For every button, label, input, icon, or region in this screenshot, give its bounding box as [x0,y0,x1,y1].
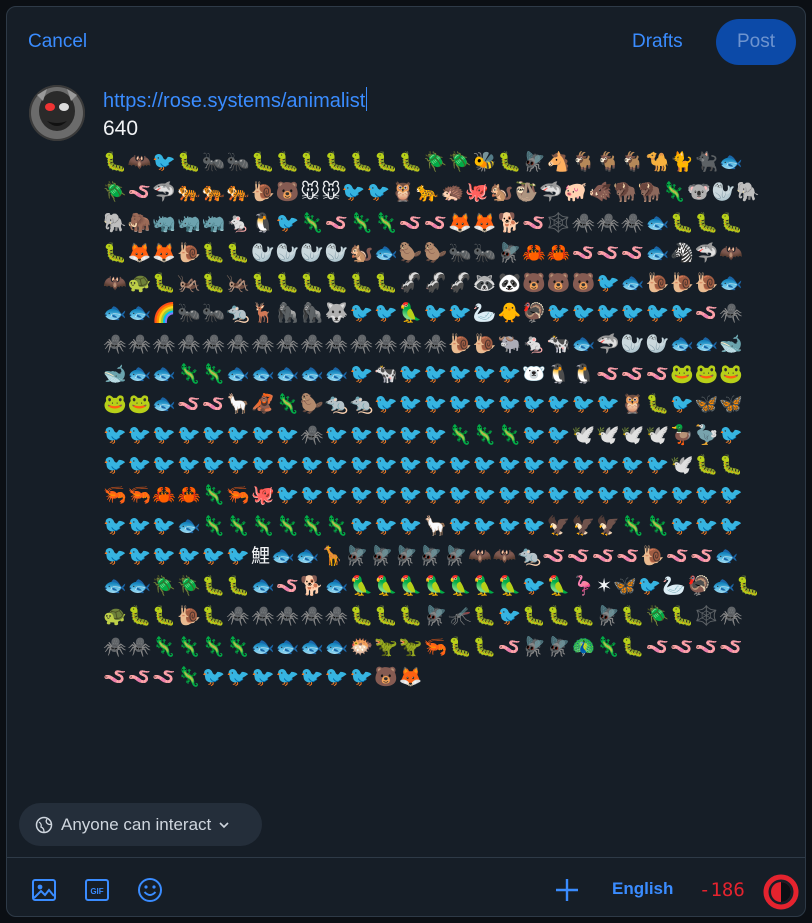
text-caret [366,87,368,111]
drafts-button[interactable]: Drafts [632,31,683,53]
language-selector[interactable]: English [612,879,673,899]
gif-icon[interactable]: GIF [83,876,111,904]
compose-area[interactable]: https://rose.systems/animalist 640 🐛🦇🐦🐛🐜… [103,87,763,692]
chevron-down-icon [219,821,229,828]
character-count: -186 [699,879,745,901]
avatar[interactable] [29,85,85,141]
bottom-toolbar: GIF English -186 [7,857,805,916]
compose-dialog: Cancel Drafts Post https://rose.systems/… [6,6,806,917]
interaction-label: Anyone can interact [61,814,212,834]
post-url-text: https://rose.systems/animalist [103,90,366,112]
emoji-icon[interactable] [136,876,164,904]
interaction-settings-button[interactable]: Anyone can interact [19,803,262,846]
add-thread-icon[interactable] [553,876,581,904]
avatar-image [29,85,85,141]
character-limit-ring [763,874,799,910]
post-url-line: https://rose.systems/animalist [103,87,763,115]
globe-icon [35,816,53,833]
svg-text:GIF: GIF [90,887,103,896]
cancel-button[interactable]: Cancel [28,31,87,53]
image-icon[interactable] [30,876,58,904]
post-number-line: 640 [103,117,139,140]
top-bar: Cancel Drafts Post [7,7,805,79]
post-button[interactable]: Post [716,19,796,65]
post-emoji-text: 🐛🦇🐦🐛🐜🐜🐛🐛🐛🐛🐛🐛🐛🪲🪲🐝🐛🪰🐴🐐🐐🐐🐪🐈🐈‍⬛🐟🪲🪱🦈🐅🐅🐅🐌🐻🐭🐭🐦🐦… [103,151,762,689]
